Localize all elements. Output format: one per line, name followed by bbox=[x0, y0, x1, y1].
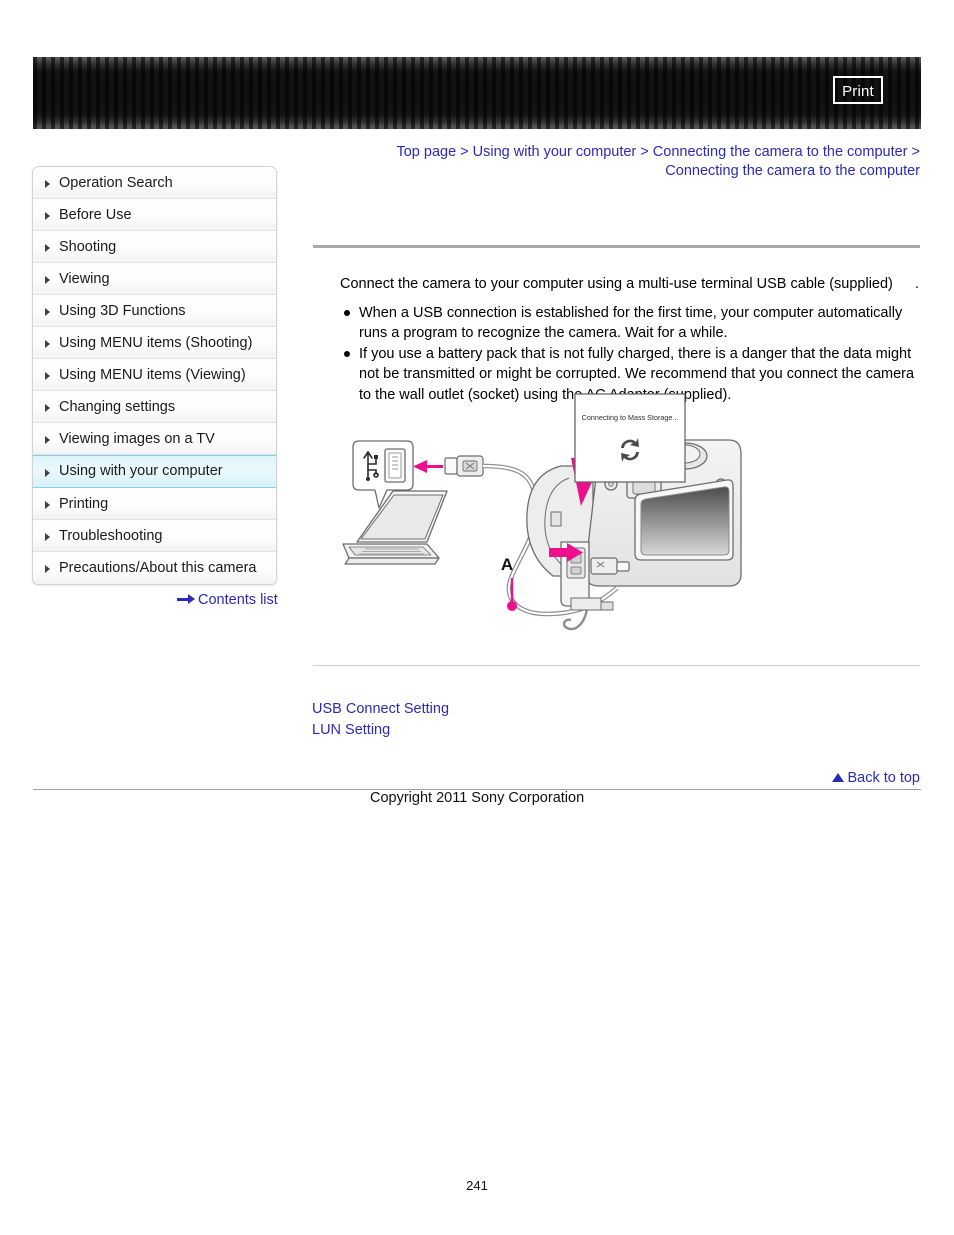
screen-message-callout: Connecting to Mass Storage... bbox=[574, 393, 686, 483]
breadcrumb-separator: > bbox=[636, 144, 653, 160]
triangle-right-icon bbox=[45, 469, 50, 477]
sidebar-navigation: Operation Search Before Use Shooting Viewin… bbox=[32, 166, 277, 585]
triangle-right-icon bbox=[45, 533, 50, 541]
note-text: When a USB connection is established for… bbox=[359, 305, 903, 342]
sidebar-item-shooting[interactable]: Shooting bbox=[33, 231, 276, 263]
notes-list: When a USB connection is established for… bbox=[340, 303, 920, 405]
related-link-lun-setting[interactable]: LUN Setting bbox=[312, 720, 449, 741]
page-number: 241 bbox=[466, 1178, 488, 1193]
triangle-right-icon bbox=[45, 180, 50, 188]
svg-text:A: A bbox=[501, 555, 513, 574]
triangle-right-icon bbox=[45, 565, 50, 573]
related-link-usb-connect-setting[interactable]: USB Connect Setting bbox=[312, 699, 449, 720]
sidebar-item-label: Changing settings bbox=[59, 399, 176, 415]
laptop-illustration bbox=[342, 490, 448, 565]
bullet-dot-icon bbox=[344, 350, 350, 357]
sidebar-item-viewing-images-on-a-tv[interactable]: Viewing images on a TV bbox=[33, 423, 276, 455]
breadcrumb-item-0[interactable]: Top page bbox=[396, 144, 456, 160]
intro-paragraph: Connect the camera to your computer usin… bbox=[340, 274, 920, 294]
connection-diagram: A Connecting to Mass Storage... bbox=[335, 392, 755, 642]
sidebar-item-operation-search[interactable]: Operation Search bbox=[33, 167, 276, 199]
triangle-right-icon bbox=[45, 340, 50, 348]
breadcrumb-item-2[interactable]: Connecting the camera to the computer bbox=[653, 144, 908, 160]
sidebar-item-label: Precautions/About this camera bbox=[59, 560, 257, 576]
triangle-right-icon bbox=[45, 244, 50, 252]
sidebar-item-viewing[interactable]: Viewing bbox=[33, 263, 276, 295]
sidebar-item-troubleshooting[interactable]: Troubleshooting bbox=[33, 520, 276, 552]
related-links: USB Connect Setting LUN Setting bbox=[312, 699, 449, 741]
triangle-right-icon bbox=[45, 212, 50, 220]
connection-diagram-svg: A Connecting to Mass Storage... bbox=[342, 393, 742, 631]
triangle-right-icon bbox=[45, 372, 50, 380]
sidebar-item-printing[interactable]: Printing bbox=[33, 488, 276, 520]
contents-list-label: Contents list bbox=[198, 592, 278, 608]
sidebar-item-label: Using with your computer bbox=[59, 463, 223, 479]
triangle-right-icon bbox=[45, 276, 50, 284]
sidebar-item-using-menu-items-shooting[interactable]: Using MENU items (Shooting) bbox=[33, 327, 276, 359]
sidebar-item-label: Troubleshooting bbox=[59, 528, 163, 544]
sidebar-item-before-use[interactable]: Before Use bbox=[33, 199, 276, 231]
sidebar-item-label: Using MENU items (Shooting) bbox=[59, 335, 253, 351]
header-banner: Print bbox=[33, 57, 921, 129]
arrow-right-icon bbox=[177, 594, 195, 605]
sidebar-item-changing-settings[interactable]: Changing settings bbox=[33, 391, 276, 423]
sidebar-item-label: Viewing bbox=[59, 271, 110, 287]
triangle-right-icon bbox=[45, 404, 50, 412]
triangle-right-icon bbox=[45, 308, 50, 316]
sidebar-item-label: Using MENU items (Viewing) bbox=[59, 367, 246, 383]
sidebar-item-label: Using 3D Functions bbox=[59, 303, 186, 319]
intro-text: Connect the camera to your computer usin… bbox=[340, 276, 893, 292]
sidebar-item-precautions-about-this-camera[interactable]: Precautions/About this camera bbox=[33, 552, 276, 584]
sidebar-item-using-3d-functions[interactable]: Using 3D Functions bbox=[33, 295, 276, 327]
note-item: When a USB connection is established for… bbox=[340, 303, 920, 344]
triangle-right-icon bbox=[45, 501, 50, 509]
usb-plug-left bbox=[444, 455, 484, 477]
contents-list-link[interactable]: Contents list bbox=[177, 592, 278, 608]
breadcrumb-item-1[interactable]: Using with your computer bbox=[473, 144, 637, 160]
bullet-dot-icon bbox=[344, 310, 350, 316]
copyright-text: Copyright 2011 Sony Corporation bbox=[370, 790, 585, 806]
sidebar-item-label: Viewing images on a TV bbox=[59, 431, 215, 447]
sidebar-item-label: Operation Search bbox=[59, 175, 173, 191]
breadcrumb-item-3[interactable]: Connecting the camera to the computer bbox=[665, 163, 920, 179]
content-top-divider bbox=[313, 245, 920, 248]
sidebar-item-label: Before Use bbox=[59, 207, 132, 223]
sidebar-item-using-with-your-computer[interactable]: Using with your computer bbox=[33, 455, 276, 488]
content-bottom-divider bbox=[313, 665, 920, 666]
sidebar-item-label: Shooting bbox=[59, 239, 117, 255]
intro-trailing-period: . bbox=[914, 276, 919, 292]
breadcrumb: Top page > Using with your computer > Co… bbox=[330, 143, 920, 181]
breadcrumb-separator: > bbox=[456, 144, 473, 160]
triangle-right-icon bbox=[45, 436, 50, 444]
print-button[interactable]: Print bbox=[833, 76, 883, 104]
back-to-top-label: Back to top bbox=[847, 770, 920, 786]
sidebar-item-using-menu-items-viewing[interactable]: Using MENU items (Viewing) bbox=[33, 359, 276, 391]
insert-arrow-left-icon bbox=[413, 460, 443, 473]
breadcrumb-separator: > bbox=[907, 144, 920, 160]
svg-text:Connecting to Mass Storage...: Connecting to Mass Storage... bbox=[582, 413, 679, 422]
back-to-top-link[interactable]: Back to top bbox=[832, 770, 920, 786]
sidebar-item-label: Printing bbox=[59, 496, 109, 512]
triangle-up-icon bbox=[832, 772, 845, 782]
